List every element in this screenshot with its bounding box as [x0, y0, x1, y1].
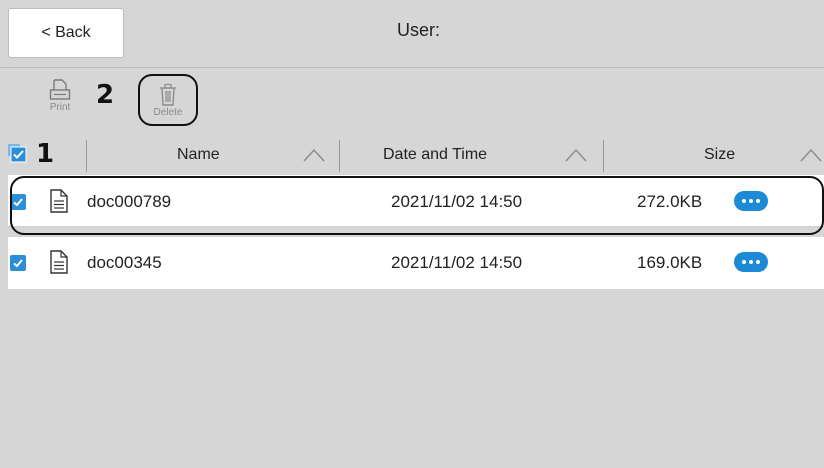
file-datetime: 2021/11/02 14:50 [391, 253, 523, 272]
checkbox-checked-icon [13, 259, 23, 268]
column-header-name[interactable]: Name [177, 146, 220, 164]
checkbox-checked-icon [8, 144, 27, 163]
column-header-date[interactable]: Date and Time [383, 146, 487, 164]
row-checkbox[interactable] [10, 255, 26, 271]
file-datetime: 2021/11/02 14:50 [391, 192, 523, 211]
header-divider [339, 140, 340, 172]
delete-button[interactable]: Delete [138, 74, 198, 126]
document-icon [50, 189, 68, 213]
file-size: 169.0KB [637, 253, 703, 272]
header-divider [603, 140, 604, 172]
print-icon [49, 79, 71, 100]
print-button[interactable]: Print [40, 78, 80, 113]
sort-up-icon[interactable] [303, 148, 325, 162]
top-bar-divider [0, 67, 824, 68]
sort-up-icon[interactable] [800, 148, 822, 162]
sort-up-icon[interactable] [565, 148, 587, 162]
header-divider [86, 140, 87, 172]
callout-number-2: 2 [96, 80, 115, 110]
column-header-size[interactable]: Size [704, 146, 735, 164]
document-icon [50, 250, 68, 274]
table-row[interactable]: doc000789 2021/11/02 14:50 272.0KB [8, 175, 824, 227]
more-options-icon[interactable] [734, 191, 768, 211]
print-label: Print [49, 102, 71, 113]
back-button[interactable]: < Back [8, 8, 124, 58]
file-name: doc00345 [87, 253, 162, 272]
page-title: User: [397, 20, 441, 40]
callout-number-1: 1 [36, 139, 55, 169]
file-size: 272.0KB [637, 192, 703, 211]
file-name: doc000789 [87, 192, 172, 211]
checkbox-checked-icon [13, 198, 23, 207]
more-options-icon[interactable] [734, 252, 768, 272]
delete-label: Delete [153, 106, 183, 118]
select-all-checkbox[interactable] [8, 144, 28, 164]
row-checkbox[interactable] [10, 194, 26, 210]
table-row[interactable]: doc00345 2021/11/02 14:50 169.0KB [8, 237, 824, 289]
top-bar: < Back User: [0, 0, 824, 68]
delete-icon [160, 83, 176, 106]
